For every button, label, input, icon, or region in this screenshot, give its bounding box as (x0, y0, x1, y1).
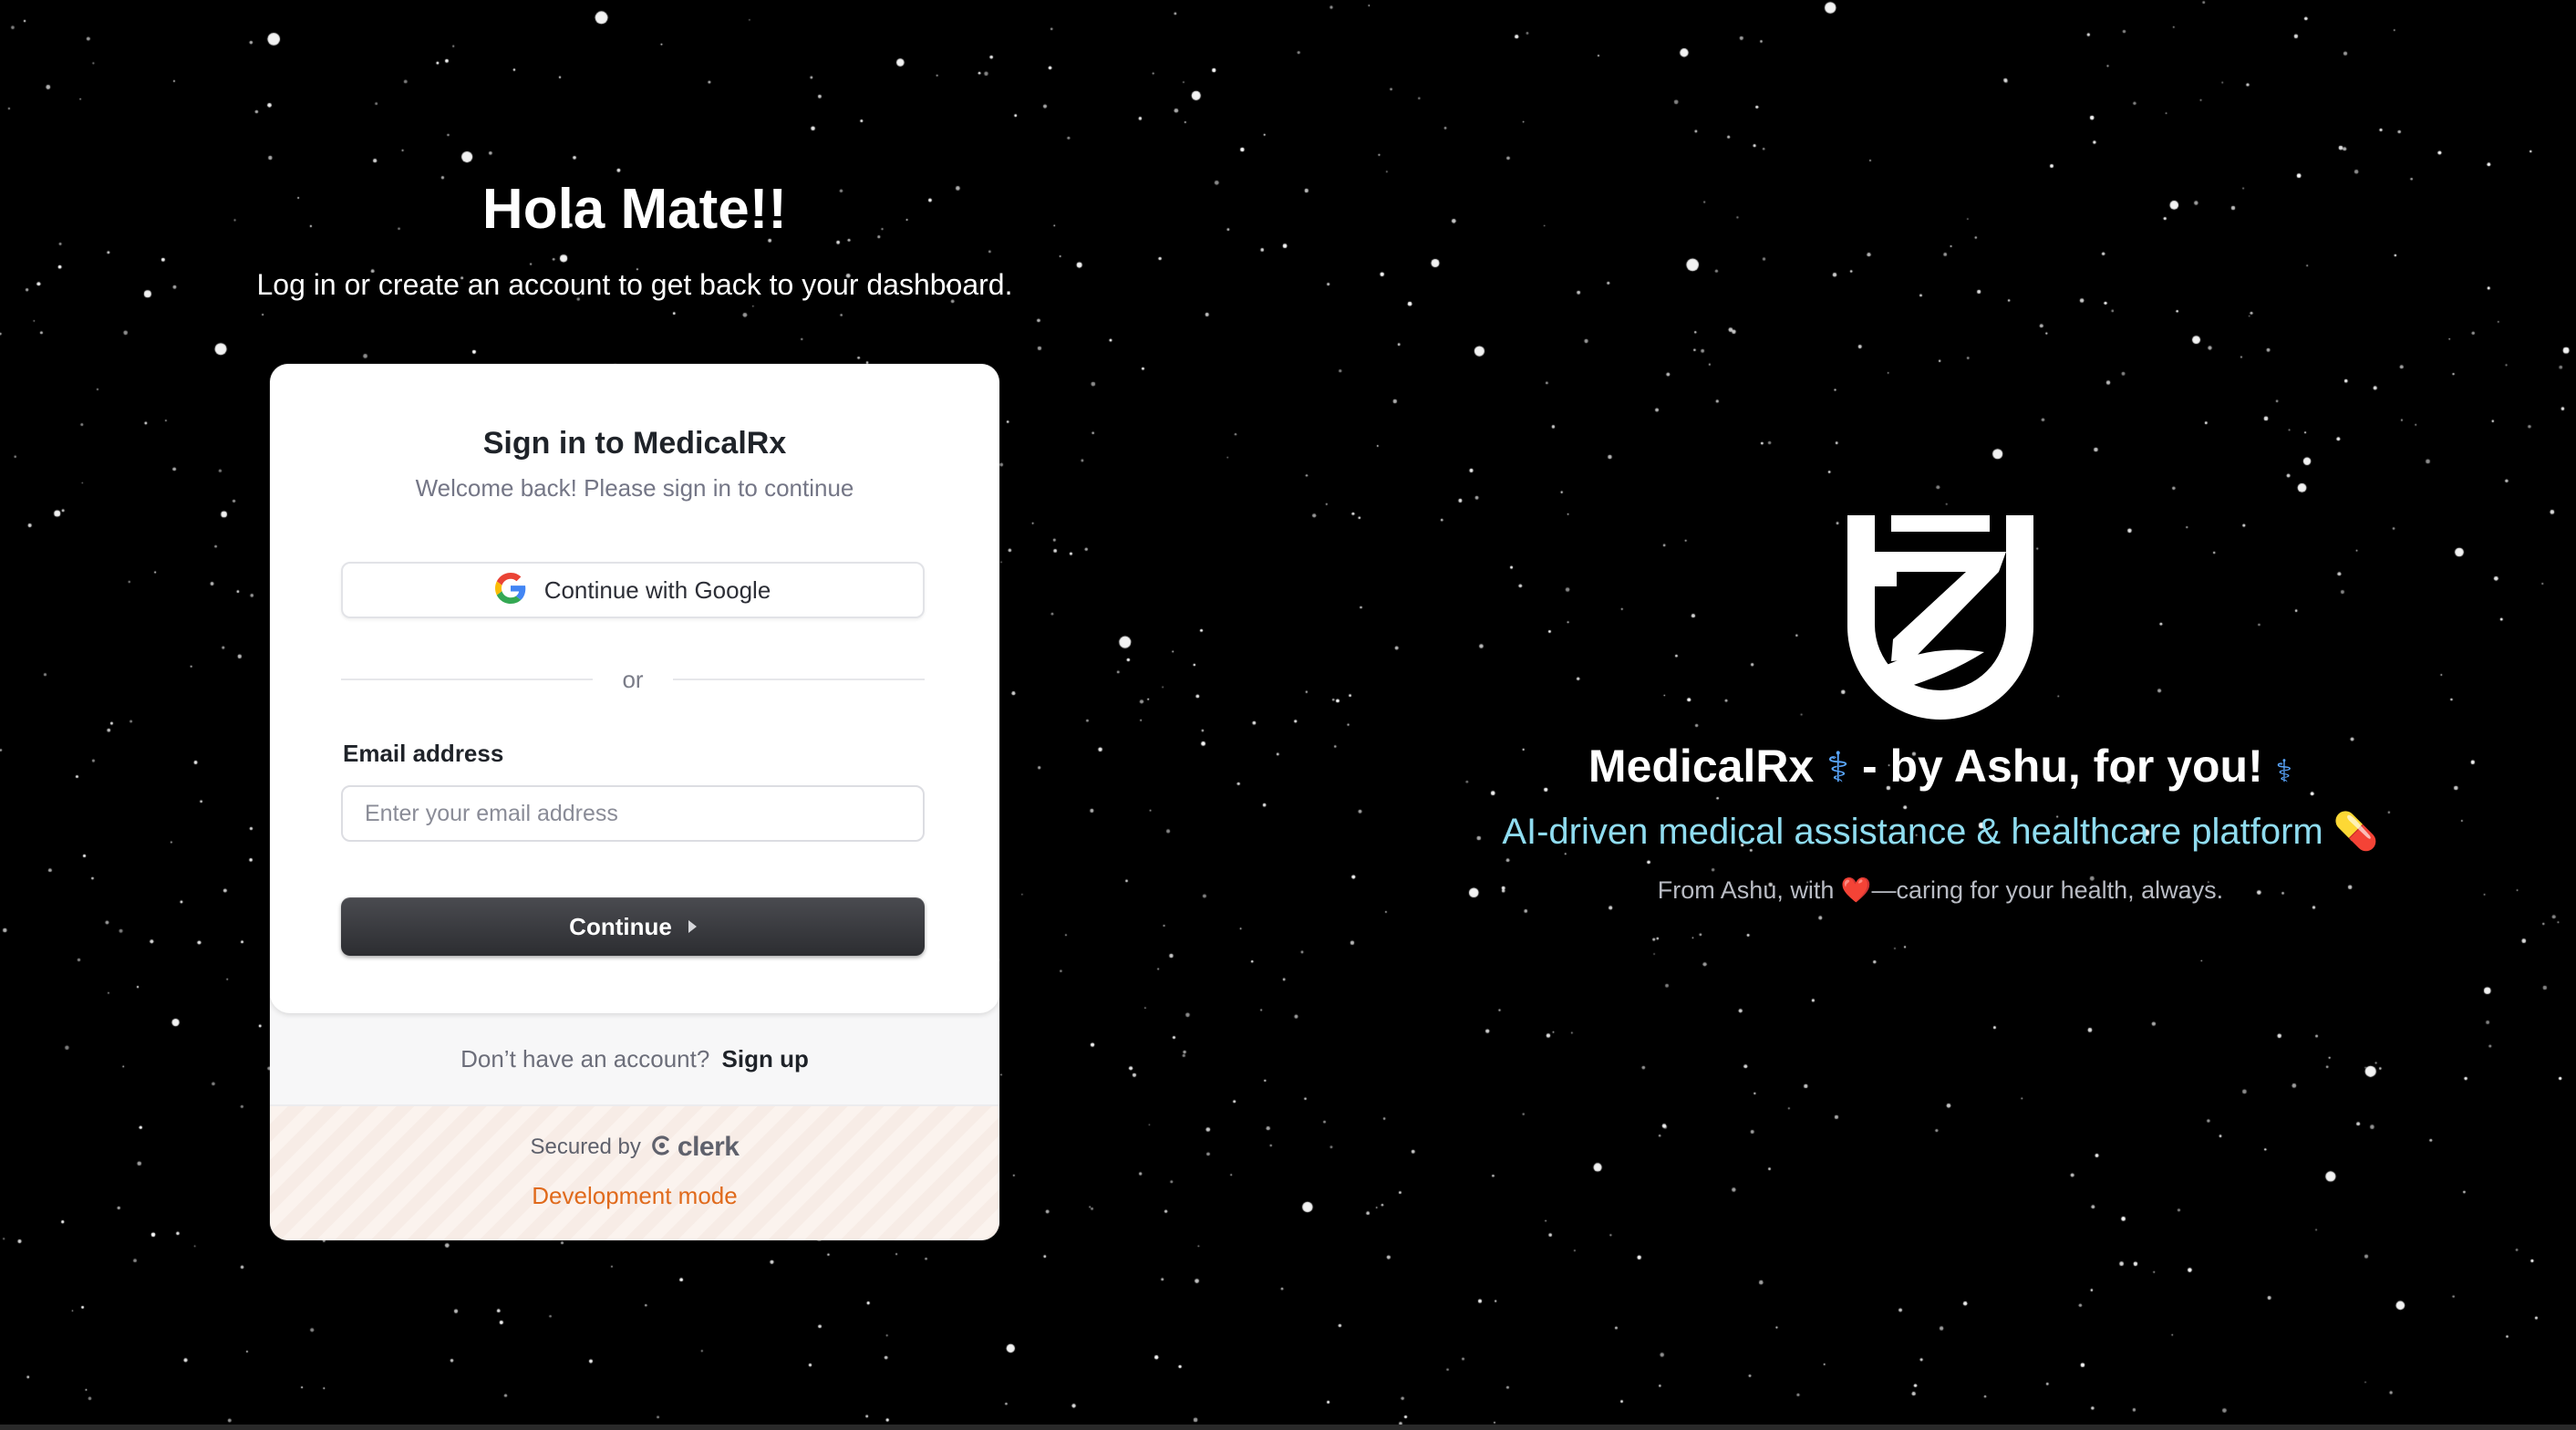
heart-icon: ❤️ (1840, 876, 1872, 904)
hero-title: Hola Mate!! (481, 178, 788, 241)
brand-name: MedicalRx (1588, 741, 1815, 792)
login-page: Hola Mate!! Log in or create an account … (0, 0, 2576, 1430)
brand-title: MedicalRx ⚕ - by Ashu, for you! ⚕ (1459, 737, 2422, 801)
divider-text: or (622, 666, 644, 693)
brand-title-suffix: - by Ashu, for you! (1861, 741, 2263, 792)
brand-tagline-text: AI-driven medical assistance & healthcar… (1502, 812, 2323, 852)
google-g-icon (494, 572, 526, 608)
clerk-wordmark: clerk (677, 1132, 740, 1162)
brand-tagline: AI-driven medical assistance & healthcar… (1422, 804, 2458, 859)
signup-link[interactable]: Sign up (722, 1045, 809, 1072)
credit-suffix: —caring for your health, always. (1871, 876, 2224, 904)
email-label: Email address (343, 740, 504, 767)
google-button-label: Continue with Google (543, 575, 771, 604)
hero-subtitle: Log in or create an account to get back … (256, 268, 1013, 301)
development-mode-label: Development mode (532, 1182, 738, 1209)
signin-card: Sign in to MedicalRx Welcome back! Pleas… (270, 364, 999, 1240)
signup-prompt: Don’t have an account? (460, 1045, 710, 1072)
caret-right-icon (688, 920, 697, 933)
card-footer: Secured by clerk Development mode (270, 1104, 999, 1240)
continue-button-label: Continue (569, 912, 672, 940)
clerk-logo-icon (650, 1134, 674, 1162)
email-field[interactable] (341, 785, 925, 842)
medicalrx-logo-icon (1847, 515, 2033, 720)
bottom-edge (0, 1425, 2576, 1430)
signup-row: Don’t have an account? Sign up (270, 1039, 999, 1079)
pill-icon: 💊 (2333, 812, 2379, 852)
continue-button[interactable]: Continue (341, 897, 925, 956)
caduceus-icon: ⚕ (1826, 743, 1850, 791)
signin-card-body: Sign in to MedicalRx Welcome back! Pleas… (270, 364, 999, 1013)
signin-title: Sign in to MedicalRx (482, 426, 787, 461)
divider-left (341, 679, 593, 680)
signin-subtitle: Welcome back! Please sign in to continue (415, 474, 854, 502)
divider-right (673, 679, 925, 680)
secured-by-row: Secured by clerk (270, 1132, 999, 1163)
credit-prefix: From Ashu, with (1657, 876, 1835, 904)
clerk-logo[interactable]: clerk (650, 1132, 740, 1163)
secured-by-text: Secured by (530, 1135, 641, 1159)
continue-with-google-button[interactable]: Continue with Google (341, 562, 925, 618)
brand-credit: From Ashu, with ❤️—caring for your healt… (1459, 872, 2422, 908)
caduceus-small-icon: ⚕ (2275, 754, 2293, 789)
